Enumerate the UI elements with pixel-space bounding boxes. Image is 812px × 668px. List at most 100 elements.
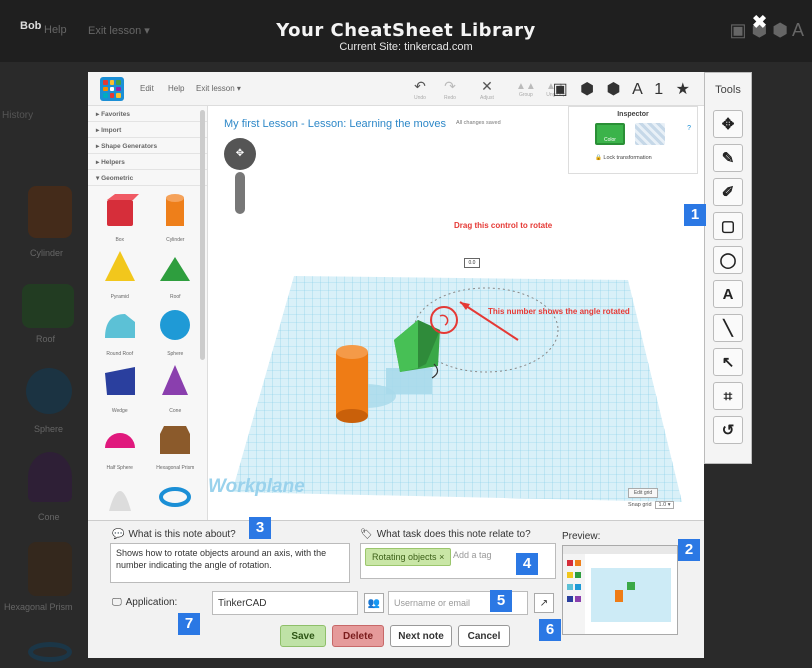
redo-button[interactable]: ↷ Redo: [444, 78, 456, 101]
badge-7: 7: [178, 613, 200, 635]
tag-remove-icon[interactable]: ×: [439, 552, 444, 562]
tool-button-rectangle[interactable]: ▢: [713, 212, 743, 240]
shape-item-cone[interactable]: Cone: [148, 363, 204, 414]
menu-help[interactable]: Help: [168, 84, 184, 93]
close-button[interactable]: ✖: [752, 12, 767, 33]
shape-label: Roof: [169, 294, 181, 300]
pencil-icon: ✎: [721, 150, 735, 167]
sidebar-section-shape-generators[interactable]: ▸ Shape Generators: [88, 138, 207, 154]
background-cone-shape: [28, 452, 72, 502]
shape-grid: Box Cylinder Pyramid Roof Round Roof Sphere We…: [88, 186, 207, 520]
torus-shape-icon: [159, 487, 192, 507]
snap-grid-select[interactable]: 1.0 ▾: [654, 501, 675, 509]
box-shape-icon: [106, 194, 139, 226]
badge-3: 3: [249, 517, 271, 539]
adjust-button[interactable]: ✕ Adjust: [480, 78, 494, 101]
shape-library-sidebar: ▸ Favorites ▸ Import ▸ Shape Generators …: [88, 106, 208, 520]
snap-grid-control[interactable]: Snap grid 1.0 ▾: [628, 501, 675, 509]
about-textarea[interactable]: Shows how to rotate objects around an ax…: [110, 543, 350, 583]
highlighter-icon: ✐: [721, 184, 735, 201]
application-input[interactable]: TinkerCAD: [212, 591, 358, 615]
monitor-icon: 🖵: [112, 597, 122, 608]
shape-item-halfsphere[interactable]: Half Sphere: [92, 420, 148, 471]
task-label: 🏷 What task does this note relate to?: [360, 529, 531, 540]
cylinder-body: [336, 352, 368, 416]
tag-icon: 🏷: [360, 529, 373, 540]
sidebar-section-import[interactable]: ▸ Import: [88, 122, 207, 138]
adjust-label: Adjust: [480, 95, 494, 101]
menu-edit[interactable]: Edit: [140, 84, 154, 93]
library-title: Your CheatSheet Library: [276, 20, 536, 41]
shape-item-sphere[interactable]: Sphere: [148, 306, 204, 357]
view-navigation-control[interactable]: ✥: [224, 138, 256, 170]
shape-item-roundroof[interactable]: Round Roof: [92, 306, 148, 357]
redo-icon: ↷: [444, 78, 456, 94]
shape-item-box[interactable]: Box: [92, 192, 148, 243]
shape-item-paraboloid[interactable]: Paraboloid: [92, 477, 148, 520]
background-history-label: History: [2, 110, 34, 121]
shape-item-hexprism[interactable]: Hexagonal Prism: [148, 420, 204, 471]
next-note-button[interactable]: Next note: [390, 625, 452, 647]
sidebar-section-helpers[interactable]: ▸ Helpers: [88, 154, 207, 170]
tool-button-arrow[interactable]: ↖: [713, 348, 743, 376]
delete-button[interactable]: Delete: [332, 625, 384, 647]
menu-exit-lesson[interactable]: Exit lesson ▾: [196, 84, 241, 93]
tool-button-line[interactable]: ╲: [713, 314, 743, 342]
tool-button-crop[interactable]: ⌗: [713, 382, 743, 410]
badge-2: 2: [678, 539, 700, 561]
lesson-title: My first Lesson - Lesson: Learning the m…: [224, 118, 446, 130]
sidebar-section-geometric[interactable]: ▾ Geometric: [88, 170, 207, 186]
line-icon: ╲: [723, 320, 733, 337]
background-shape-label: Cylinder: [30, 248, 64, 258]
tool-button-text[interactable]: A: [713, 280, 743, 308]
inspector-panel: Inspector Color ? 🔒 Lock transformation: [568, 106, 698, 174]
shape-item-roof[interactable]: Roof: [148, 249, 204, 300]
annotation-angle-text: This number shows the angle rotated: [488, 307, 630, 316]
save-button[interactable]: Save: [280, 625, 326, 647]
shape-item-pyramid[interactable]: Pyramid: [92, 249, 148, 300]
tool-button-highlighter[interactable]: ✐: [713, 178, 743, 206]
solid-color-swatch[interactable]: Color: [595, 123, 625, 145]
speech-bubble-icon: 💬: [112, 529, 125, 540]
tools-title: Tools: [715, 84, 741, 96]
background-shape-label: Sphere: [34, 424, 64, 434]
lock-transformation[interactable]: 🔒 Lock transformation: [595, 155, 652, 161]
zoom-slider[interactable]: [235, 172, 245, 214]
tool-button-pencil[interactable]: ✎: [713, 144, 743, 172]
save-status: All changes saved: [456, 120, 501, 126]
ellipse-icon: ◯: [719, 252, 737, 269]
sidebar-section-favorites[interactable]: ▸ Favorites: [88, 106, 207, 122]
note-form: 💬 What is this note about? Shows how to r…: [88, 520, 704, 658]
inspector-help-icon[interactable]: ?: [687, 125, 691, 132]
badge-1: 1: [684, 204, 706, 226]
shape-item-wedge[interactable]: Wedge: [92, 363, 148, 414]
shape-label: Box: [115, 237, 125, 243]
shape-label: Cylinder: [166, 237, 185, 243]
badge-4: 4: [516, 553, 538, 575]
group-button[interactable]: ▲▲ Group: [516, 81, 536, 98]
tinkercad-logo: [100, 77, 124, 101]
cancel-button[interactable]: Cancel: [458, 625, 510, 647]
sidebar-scrollbar[interactable]: [200, 110, 205, 360]
tool-button-reset[interactable]: ↺: [713, 416, 743, 444]
tool-button-ellipse[interactable]: ◯: [713, 246, 743, 274]
share-button[interactable]: ↗: [534, 593, 554, 613]
edit-grid-button[interactable]: Edit grid: [628, 488, 658, 498]
background-sphere-shape: [26, 368, 72, 414]
tool-button-move[interactable]: ✥: [713, 110, 743, 138]
shape-label: Half Sphere: [106, 465, 133, 471]
background-shape-label: Roof: [36, 334, 56, 344]
undo-button[interactable]: ↶ Undo: [414, 78, 426, 101]
cylinder-shape-icon: [166, 194, 185, 226]
cone-shape-icon: [162, 365, 189, 395]
shape-item-torus[interactable]: Torus thin: [148, 477, 204, 520]
users-button[interactable]: 👥: [364, 593, 384, 613]
adjust-icon: ✕: [481, 78, 493, 94]
view-icons[interactable]: ▣ ⬢ ⬢ A 1 ★: [553, 79, 694, 99]
hole-swatch[interactable]: [635, 123, 665, 145]
preview-thumbnail[interactable]: [562, 545, 678, 635]
shape-item-cylinder[interactable]: Cylinder: [148, 192, 204, 243]
cylinder-top: [336, 345, 368, 359]
undo-label: Undo: [414, 95, 426, 101]
tag-placeholder: Add a tag: [453, 550, 492, 560]
